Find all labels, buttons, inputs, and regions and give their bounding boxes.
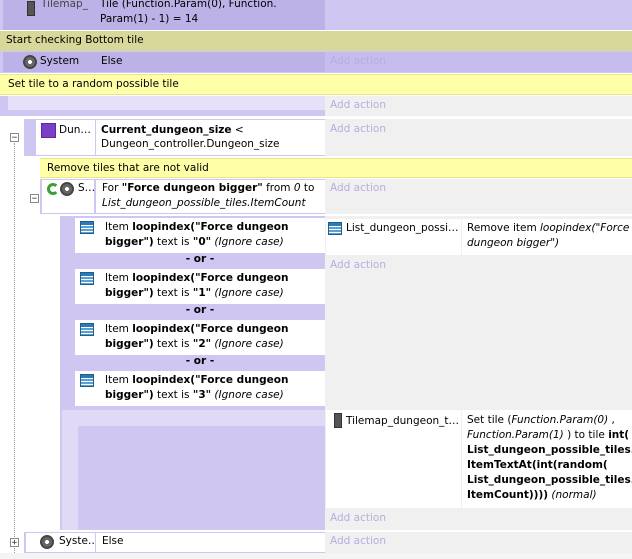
add-action-link[interactable]: Add action — [330, 182, 386, 194]
item-condition-2[interactable]: Item loopindex("Force dungeon bigger") t… — [75, 320, 325, 355]
tilemap-icon — [334, 413, 342, 428]
list-icon — [328, 222, 342, 235]
add-action-link[interactable]: Add action — [330, 123, 386, 135]
gear-icon — [60, 182, 74, 196]
top-action-cell[interactable]: Tile (Function.Param(0), Function. Param… — [95, 0, 325, 30]
add-action-cell-for[interactable]: Add action — [325, 179, 632, 214]
add-action-link[interactable]: Add action — [330, 512, 386, 524]
tilemap-icon — [27, 1, 35, 16]
expand-toggle[interactable]: + — [10, 538, 19, 548]
settile-action-text[interactable]: Set tile (Function.Param(0) , Function.P… — [462, 410, 632, 508]
item-condition-3[interactable]: Item loopindex("Force dungeon bigger") t… — [75, 371, 325, 406]
add-action-cell-else-2[interactable]: Add action — [325, 532, 632, 553]
comment-set-random[interactable]: Set tile to a random possible tile — [0, 74, 632, 95]
add-action-link[interactable]: Add action — [330, 55, 386, 67]
loop-icon — [47, 183, 59, 195]
settile-event-left — [60, 408, 325, 530]
dungeon-object-cell[interactable]: Dun… — [36, 120, 95, 155]
add-action-cell-1[interactable]: Add action — [325, 52, 632, 72]
or-separator: - or - — [185, 355, 215, 367]
list-icon — [80, 374, 94, 387]
gear-icon — [23, 55, 37, 69]
add-action-link[interactable]: Add action — [330, 259, 386, 271]
gear-icon — [40, 535, 54, 549]
comment-remove-tiles[interactable]: Remove tiles that are not valid — [40, 158, 632, 178]
tree-line — [14, 143, 15, 553]
remove-action-object[interactable]: List_dungeon_possi… — [326, 219, 461, 255]
list-icon — [80, 272, 94, 285]
item-condition-0[interactable]: Item loopindex("Force dungeon bigger") t… — [75, 218, 325, 253]
comment-start-bottom[interactable]: Start checking Bottom tile — [0, 31, 632, 51]
collapse-toggle[interactable]: − — [10, 133, 19, 143]
collapse-toggle[interactable]: − — [30, 194, 39, 204]
or-separator: - or - — [185, 304, 215, 316]
settile-action-object[interactable]: Tilemap_dungeon_t… — [326, 410, 461, 508]
else-condition-cell-2[interactable]: Else — [96, 533, 325, 552]
add-action-cell-blank[interactable]: Add action — [325, 96, 632, 116]
add-action-link[interactable]: Add action — [330, 535, 386, 547]
add-action-cell-dungeon[interactable]: Add action — [325, 119, 632, 156]
settile-condition-cell[interactable] — [62, 410, 325, 426]
dungeon-object-icon — [41, 123, 56, 138]
remove-action-text[interactable]: Remove item loopindex("Force dungeon big… — [462, 219, 632, 255]
bottom-strip — [0, 553, 632, 559]
list-icon — [80, 221, 94, 234]
top-object-cell[interactable]: Tilemap_ — [3, 0, 95, 30]
add-action-link[interactable]: Add action — [330, 99, 386, 111]
system-object-cell-2[interactable]: Syste… — [26, 533, 98, 552]
for-condition-cell[interactable]: For "Force dungeon bigger" from 0 to Lis… — [96, 180, 325, 213]
blank-condition-cell[interactable] — [8, 96, 325, 110]
dungeon-condition-cell[interactable]: Current_dungeon_size < Dungeon_controlle… — [96, 120, 325, 155]
else-condition-cell[interactable]: Else — [95, 52, 325, 72]
settile-indent — [62, 426, 78, 530]
system-object-cell[interactable]: System — [3, 52, 95, 72]
list-icon — [80, 323, 94, 336]
or-separator: - or - — [185, 253, 215, 265]
for-object-cell[interactable]: S… — [42, 180, 95, 213]
item-condition-1[interactable]: Item loopindex("Force dungeon bigger") t… — [75, 269, 325, 304]
